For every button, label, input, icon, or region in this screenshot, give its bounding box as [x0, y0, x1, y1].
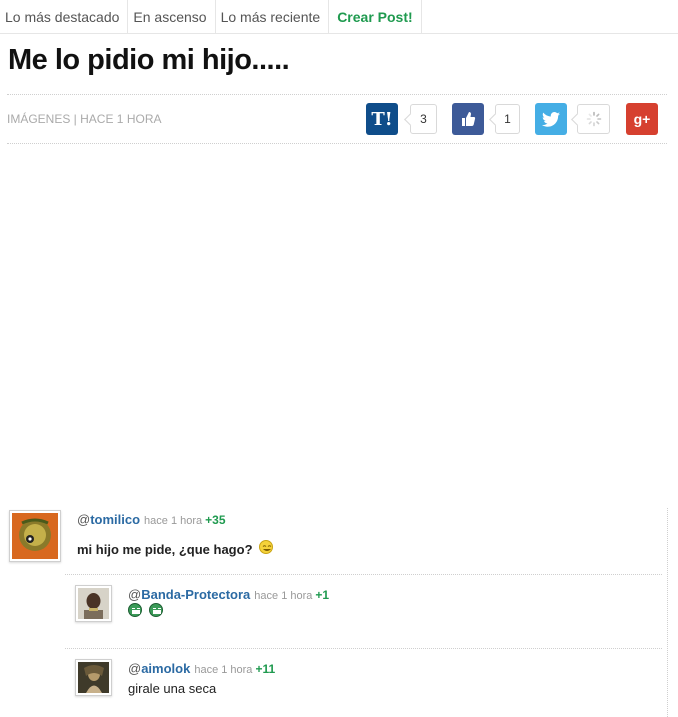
comment-time: hace 1 hora [194, 664, 253, 676]
comment-header: @tomilico hace 1 hora +35 [77, 512, 226, 527]
at-sign: @ [77, 512, 91, 527]
taringa-share-count: 3 [410, 104, 437, 134]
comments-border [667, 508, 668, 717]
comment-username[interactable]: tomilico [90, 512, 140, 527]
avatar[interactable] [75, 659, 112, 696]
avatar[interactable] [9, 510, 61, 562]
nav-tab-en-ascenso[interactable]: En ascenso [128, 0, 216, 34]
avatar[interactable] [75, 585, 112, 622]
comment-username[interactable]: aimolok [141, 661, 190, 676]
laughing-emoji-icon [148, 603, 163, 617]
avatar-image [78, 588, 109, 619]
loading-spinner-icon [586, 111, 601, 127]
comment-text: mi hijo me pide, ¿que hago? [77, 542, 253, 557]
twitter-bird-icon [542, 111, 560, 127]
facebook-like-count: 1 [495, 104, 520, 134]
laughing-emoji-icon [128, 603, 142, 617]
at-sign: @ [128, 661, 142, 676]
comment-time: hace 1 hora [254, 590, 313, 602]
divider [65, 648, 662, 649]
comment-votes: +35 [205, 513, 226, 527]
top-nav: Lo más destacado En ascenso Lo más recie… [0, 0, 678, 34]
laughing-emoji-icon [259, 540, 274, 554]
comment-text-row [128, 603, 163, 619]
divider [7, 143, 667, 144]
post-meta: IMÁGENES | HACE 1 HORA [7, 112, 162, 126]
comment-text: girale una seca [128, 681, 217, 696]
comment-username[interactable]: Banda-Protectora [141, 587, 250, 602]
avatar-image [78, 662, 109, 693]
comment-header: @aimolok hace 1 hora +11 [128, 661, 275, 676]
thumbs-up-icon [462, 112, 476, 126]
nav-tab-reciente[interactable]: Lo más reciente [216, 0, 330, 34]
comment-text-row: mi hijo me pide, ¿que hago? [77, 540, 274, 557]
comment-votes: +11 [255, 662, 276, 676]
comment-time: hace 1 hora [144, 515, 203, 527]
facebook-like-button[interactable] [452, 103, 484, 135]
comment-votes: +1 [315, 588, 330, 602]
avatar-image [12, 513, 58, 559]
post-title: Me lo pidio mi hijo..... [8, 44, 290, 76]
post-image-area [7, 150, 667, 495]
divider [7, 94, 667, 95]
comment-header: @Banda-Protectora hace 1 hora +1 [128, 587, 329, 602]
twitter-share-button[interactable] [535, 103, 567, 135]
nav-tab-destacado[interactable]: Lo más destacado [0, 0, 129, 34]
create-post-link[interactable]: Crear Post! [329, 0, 422, 34]
googleplus-share-button[interactable]: g+ [626, 103, 658, 135]
divider [65, 574, 662, 575]
twitter-share-count [577, 104, 610, 134]
at-sign: @ [128, 587, 142, 602]
taringa-share-button[interactable]: T! [366, 103, 398, 135]
